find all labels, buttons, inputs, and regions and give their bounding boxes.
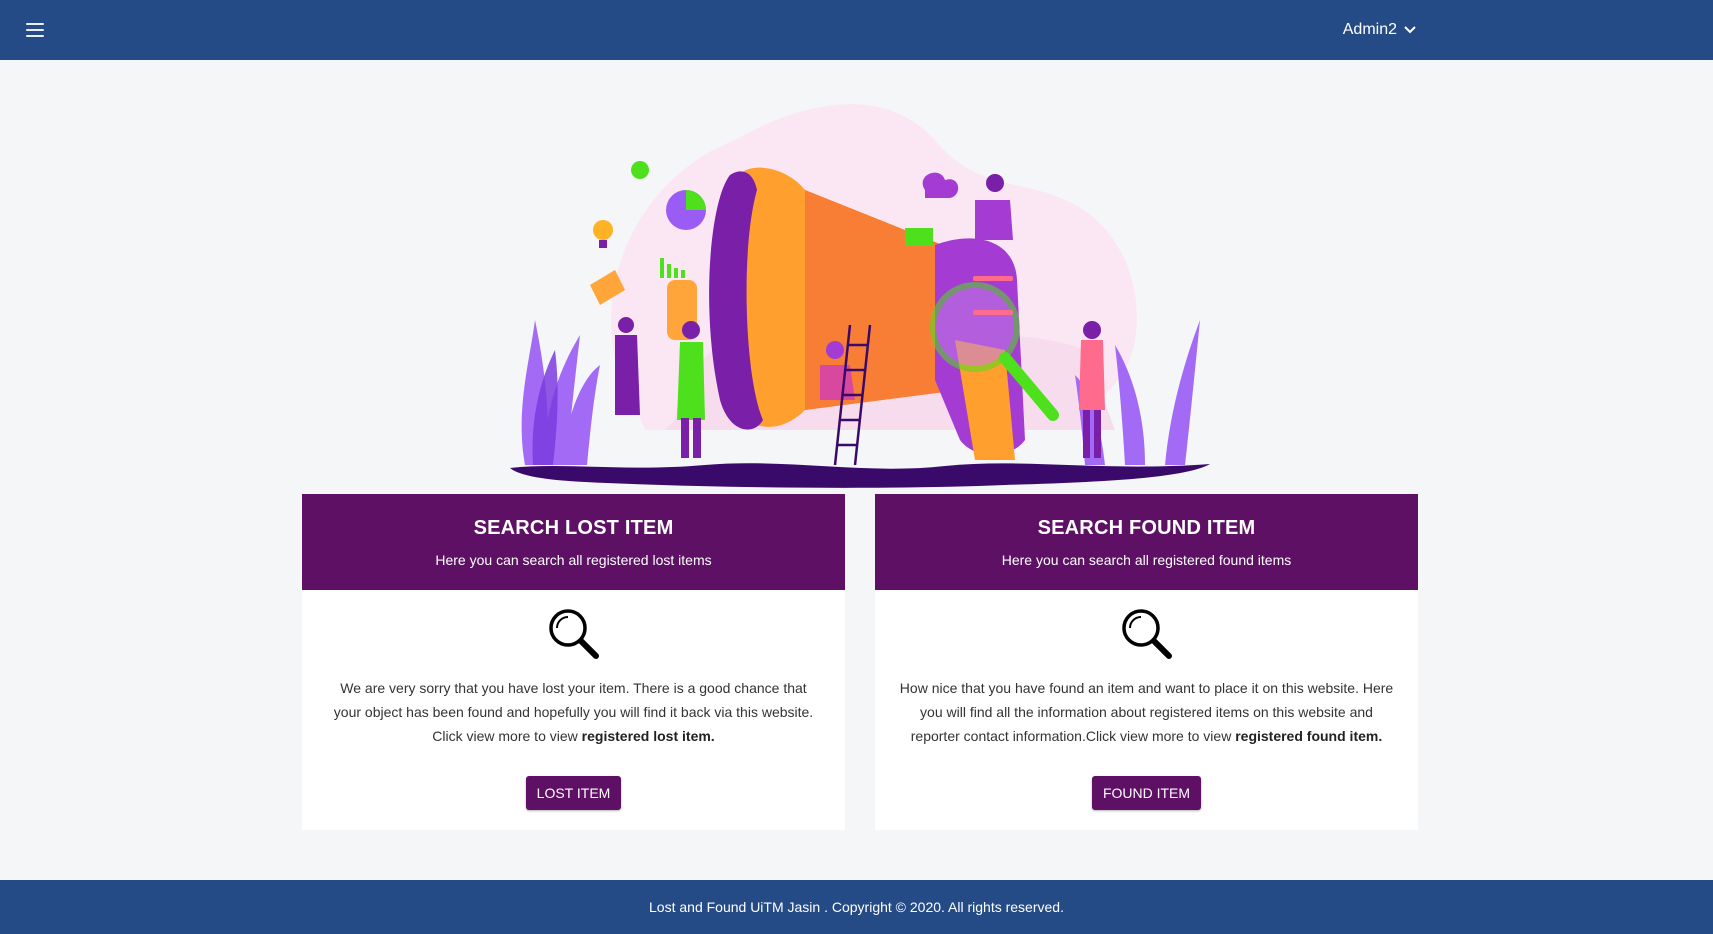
copyright-text: Lost and Found UiTM Jasin . Copyright © … [649, 899, 1064, 915]
description-emphasis: registered lost item. [581, 728, 715, 744]
magnifier-icon [548, 609, 599, 659]
user-name: Admin2 [1342, 21, 1397, 38]
megaphone-illustration [510, 104, 1210, 488]
hamburger-icon[interactable] [26, 23, 44, 37]
found-item-button[interactable]: FOUND ITEM [1091, 776, 1202, 810]
lost-item-button[interactable]: LOST ITEM [525, 776, 622, 810]
magnifier-icon [1121, 609, 1172, 659]
card-subtitle: Here you can search all registered found… [1001, 551, 1292, 568]
card-title: SEARCH LOST ITEM [473, 516, 674, 539]
user-dropdown[interactable]: Admin2 [1343, 21, 1417, 39]
description-text: We are very sorry that you have lost you… [333, 680, 814, 744]
card-description: How nice that you have found an item and… [899, 676, 1394, 748]
chevron-down-icon [1404, 26, 1416, 34]
description-emphasis: registered found item. [1235, 728, 1383, 744]
card-header: SEARCH LOST ITEM Here you can search all… [302, 494, 845, 590]
footer: Lost and Found UiTM Jasin . Copyright © … [0, 880, 1713, 934]
lost-item-card: SEARCH LOST ITEM Here you can search all… [302, 494, 845, 830]
card-description: We are very sorry that you have lost you… [326, 676, 821, 748]
card-header: SEARCH FOUND ITEM Here you can search al… [875, 494, 1418, 590]
top-navbar: Admin2 [0, 0, 1713, 60]
card-title: SEARCH FOUND ITEM [1037, 516, 1256, 539]
found-item-card: SEARCH FOUND ITEM Here you can search al… [875, 494, 1418, 830]
card-subtitle: Here you can search all registered lost … [435, 551, 712, 568]
